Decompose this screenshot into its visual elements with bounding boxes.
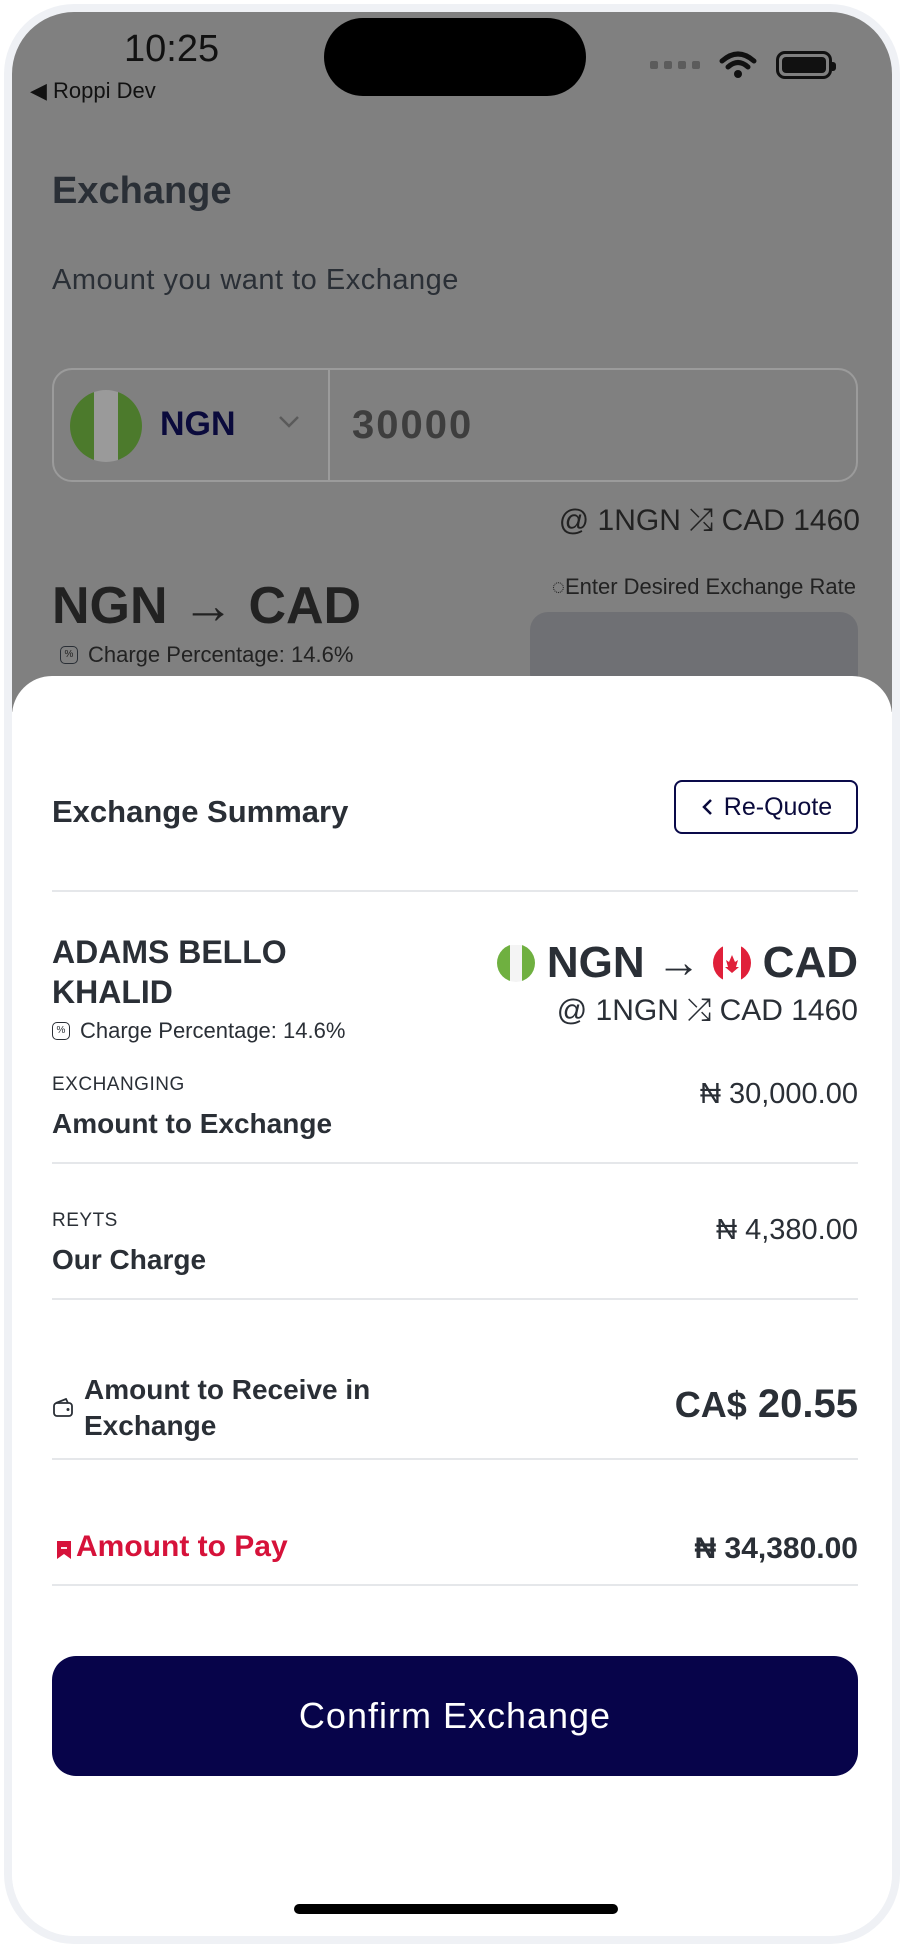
exchange-summary-sheet: Exchange Summary Re-Quote ADAMS BELLO KH… bbox=[12, 676, 892, 1936]
back-app-label: Roppi Dev bbox=[53, 78, 156, 103]
background-rate-text: @ 1NGN ⤮ CAD 1460 bbox=[558, 504, 860, 537]
signal-dots-icon bbox=[650, 61, 700, 69]
page-title: Exchange bbox=[52, 170, 232, 212]
canada-flag-icon bbox=[712, 944, 751, 982]
back-to-app-link[interactable]: ◀ Roppi Dev bbox=[30, 78, 156, 104]
divider bbox=[52, 890, 858, 892]
our-charge-label: Our Charge bbox=[52, 1244, 207, 1275]
amount-prompt: Amount you want to Exchange bbox=[52, 264, 459, 296]
nigeria-flag-icon bbox=[496, 944, 535, 982]
amount-input[interactable] bbox=[350, 402, 834, 449]
requote-label: Re-Quote bbox=[723, 792, 833, 821]
charge-text: Charge Percentage: 14.6% bbox=[80, 1018, 346, 1043]
back-arrow-icon: ◀ bbox=[30, 78, 47, 103]
currency-code: NGN bbox=[160, 405, 236, 443]
dynamic-island bbox=[324, 18, 586, 96]
background-charge-text: Charge Percentage: 14.6% bbox=[88, 642, 354, 667]
wallet-icon bbox=[53, 1398, 73, 1417]
from-currency: NGN bbox=[546, 938, 645, 987]
percent-badge-icon: % bbox=[60, 646, 78, 664]
our-charge-value: ₦ 4,380.00 bbox=[716, 1214, 858, 1246]
divider bbox=[52, 1298, 858, 1300]
tag-icon: ◌ bbox=[551, 574, 565, 599]
divider bbox=[52, 1458, 858, 1460]
battery-icon bbox=[776, 51, 836, 79]
nigeria-flag-icon bbox=[70, 390, 142, 462]
status-indicators bbox=[650, 50, 836, 80]
exchanging-caption: EXCHANGING bbox=[52, 1074, 185, 1095]
amount-to-exchange-label: Amount to Exchange bbox=[52, 1108, 333, 1139]
background-currency-pair: NGN → CAD bbox=[52, 577, 362, 635]
status-time: 10:25 bbox=[124, 28, 220, 70]
background-exchange-page: 10:25 ◀ Roppi Dev Exchange Amount you wa… bbox=[12, 12, 892, 712]
reyts-caption: REYTS bbox=[52, 1210, 118, 1231]
currency-selector[interactable]: NGN bbox=[54, 370, 330, 480]
desired-rate-label: ◌Enter Desired Exchange Rate bbox=[551, 574, 856, 599]
wifi-icon bbox=[719, 51, 757, 78]
requote-button[interactable]: Re-Quote bbox=[674, 780, 858, 834]
chevron-left-icon bbox=[702, 799, 712, 815]
percent-badge-icon: % bbox=[52, 1022, 70, 1040]
charge-line: % Charge Percentage: 14.6% bbox=[52, 1018, 345, 1044]
amount-to-exchange-value: ₦ 30,000.00 bbox=[699, 1078, 858, 1110]
screen: 10:25 ◀ Roppi Dev Exchange Amount you wa… bbox=[12, 12, 892, 1936]
amount-to-receive-label: Amount to Receive in Exchange bbox=[84, 1374, 371, 1441]
currency-pair: NGN → CAD bbox=[496, 938, 858, 988]
customer-name: ADAMS BELLO KHALID bbox=[52, 934, 287, 1010]
phone-frame: 10:25 ◀ Roppi Dev Exchange Amount you wa… bbox=[0, 0, 904, 1948]
home-indicator bbox=[294, 1904, 618, 1914]
chevron-down-icon bbox=[276, 408, 302, 441]
divider bbox=[52, 1162, 858, 1164]
receive-amount: 20.55 bbox=[757, 1382, 858, 1426]
divider bbox=[52, 1584, 858, 1586]
to-currency: CAD bbox=[762, 938, 858, 987]
amount-to-pay-label: Amount to Pay bbox=[76, 1530, 288, 1563]
confirm-exchange-button[interactable]: Confirm Exchange bbox=[52, 1656, 858, 1776]
amount-to-pay-value: ₦ 34,380.00 bbox=[694, 1532, 858, 1565]
amount-input-row: NGN bbox=[52, 368, 858, 482]
summary-title: Exchange Summary bbox=[52, 794, 349, 829]
exchange-rate: @ 1NGN ⤮ CAD 1460 bbox=[556, 994, 858, 1027]
receive-currency-prefix: CA$ bbox=[674, 1384, 747, 1425]
pair-arrow: → bbox=[656, 938, 701, 987]
background-charge-line: % Charge Percentage: 14.6% bbox=[60, 642, 353, 668]
amount-to-receive-value: CA$ 20.55 bbox=[675, 1382, 858, 1427]
bookmark-icon bbox=[57, 1541, 71, 1559]
